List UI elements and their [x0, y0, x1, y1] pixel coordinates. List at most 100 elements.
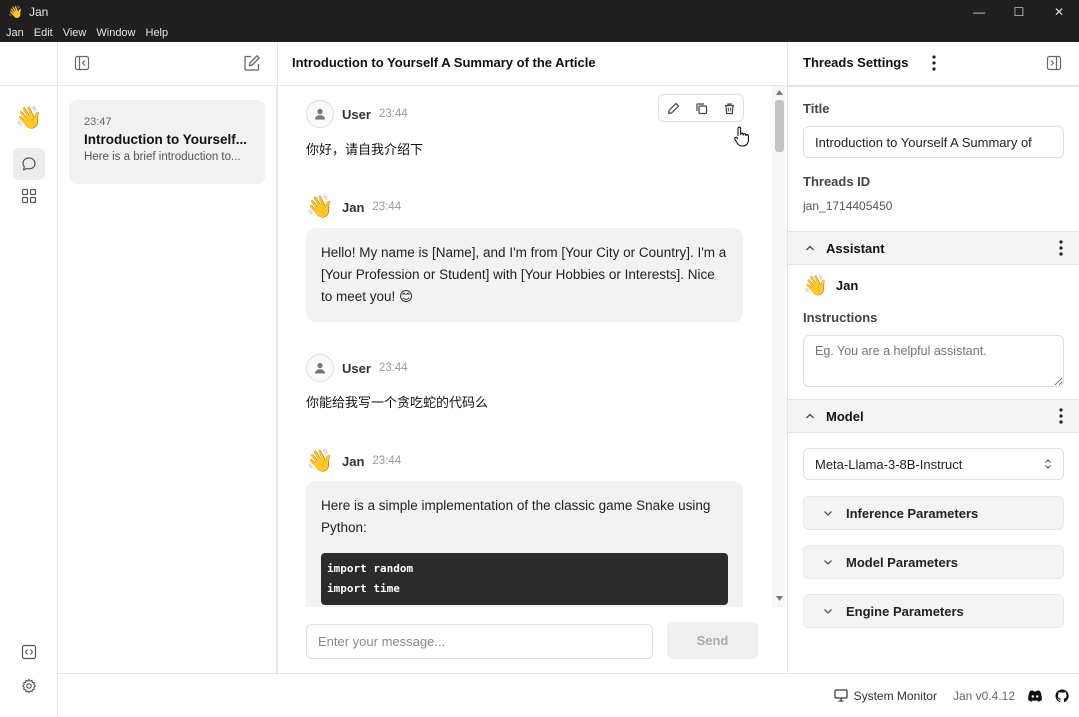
close-window-button[interactable]: ✕ — [1039, 0, 1079, 24]
message-bubble: Here is a simple implementation of the c… — [306, 481, 743, 607]
instructions-textarea[interactable] — [803, 335, 1064, 387]
window-title: Jan — [28, 5, 49, 19]
minimize-button[interactable]: — — [959, 0, 999, 24]
scrollbar-thumb[interactable] — [775, 100, 784, 152]
new-thread-edit-icon[interactable] — [242, 53, 262, 73]
monitor-icon — [833, 689, 848, 702]
threads-id-value: jan_1714405450 — [803, 199, 893, 213]
chevron-down-icon — [824, 511, 832, 516]
jan-wave-avatar: 👋 — [306, 448, 334, 473]
message-time: 23:44 — [378, 108, 408, 120]
app-version: Jan v0.4.12 — [952, 688, 1015, 703]
app-wave-icon: 👋 — [8, 5, 23, 19]
menu-view[interactable]: View — [63, 27, 87, 39]
collapse-right-panel-button[interactable] — [1046, 55, 1062, 74]
model-parameters-accordion[interactable]: Model Parameters — [803, 545, 1064, 579]
accordion-title: Engine Parameters — [846, 603, 964, 619]
threads-id-label: Threads ID — [803, 174, 871, 189]
maximize-button[interactable]: ☐ — [999, 0, 1039, 24]
thread-item[interactable]: 23:47 Introduction to Yourself... Here i… — [69, 100, 265, 184]
settings-more-button[interactable] — [928, 54, 940, 75]
collapse-left-panel-icon[interactable] — [72, 53, 92, 73]
message-author: User — [342, 360, 371, 376]
local-api-server-button[interactable] — [13, 636, 45, 668]
message-author: Jan — [342, 199, 365, 215]
thread-time: 23:47 — [84, 116, 112, 128]
accordion-title: Inference Parameters — [846, 505, 979, 521]
user-avatar — [306, 354, 334, 382]
title-bar: 👋 Jan — ☐ ✕ — [0, 0, 1079, 24]
scroll-down-icon — [776, 596, 783, 601]
trash-icon — [724, 102, 734, 114]
engine-parameters-accordion[interactable]: Engine Parameters — [803, 594, 1064, 628]
message-header: 👋 Jan 23:44 — [306, 194, 401, 220]
model-section-header[interactable]: Model — [788, 399, 1079, 433]
thread-summary: Here is a brief introduction to... — [84, 151, 241, 163]
more-vertical-icon — [1059, 408, 1063, 424]
message-text: 你好，请自我介绍下 — [306, 142, 424, 157]
message-author: User — [342, 106, 371, 122]
divider — [788, 86, 1079, 87]
jan-wave-avatar: 👋 — [306, 194, 334, 219]
message-author: Jan — [342, 453, 365, 469]
menu-help[interactable]: Help — [146, 27, 169, 39]
copy-message-button[interactable] — [687, 95, 715, 121]
chevron-up-icon — [806, 413, 814, 419]
code-icon — [21, 644, 37, 660]
grid-icon — [21, 188, 37, 204]
copy-icon — [695, 102, 707, 114]
title-label: Title — [803, 101, 830, 116]
model-select[interactable]: Meta-Llama-3-8B-Instruct — [803, 448, 1064, 480]
user-icon — [315, 108, 325, 120]
chevron-up-icon — [806, 245, 814, 251]
assistant-row: 👋 Jan — [803, 273, 858, 298]
window-controls: — ☐ ✕ — [959, 0, 1079, 24]
user-avatar — [306, 100, 334, 128]
user-icon — [315, 362, 325, 374]
chat-title: Introduction to Yourself A Summary of th… — [292, 55, 596, 70]
menu-window[interactable]: Window — [96, 27, 135, 39]
message-input[interactable] — [306, 624, 653, 659]
delete-message-button[interactable] — [715, 95, 743, 121]
menu-bar: Jan Edit View Window Help — [0, 24, 1079, 42]
message-time: 23:44 — [372, 455, 402, 467]
assistant-section-title: Assistant — [826, 240, 885, 256]
thread-list: 23:47 Introduction to Yourself... Here i… — [58, 86, 277, 673]
hub-nav-button[interactable] — [13, 180, 45, 212]
menu-jan[interactable]: Jan — [6, 27, 24, 39]
settings-nav-button[interactable] — [13, 670, 45, 702]
model-select-value: Meta-Llama-3-8B-Instruct — [815, 456, 963, 472]
message-time: 23:44 — [378, 362, 408, 374]
system-monitor-label: System Monitor — [853, 688, 937, 703]
message-text: 你能给我写一个贪吃蛇的代码么 — [306, 395, 489, 410]
github-icon[interactable] — [1055, 688, 1069, 703]
title-input[interactable]: Introduction to Yourself A Summary of — [803, 126, 1064, 158]
message-time: 23:44 — [372, 201, 402, 213]
settings-header: Threads Settings — [803, 55, 909, 70]
message-header: 👋 Jan 23:44 — [306, 448, 401, 474]
system-monitor-button[interactable]: System Monitor — [833, 688, 937, 703]
edit-message-button[interactable] — [659, 95, 687, 121]
code-line: import random — [327, 562, 414, 575]
chat-messages: User 23:44 你好，请自我介绍下 👋 Jan 23:44 Hello! … — [278, 86, 772, 607]
code-line: import time — [327, 582, 400, 595]
message-header: User 23:44 — [306, 354, 408, 382]
message-actions — [658, 94, 744, 122]
chat-nav-button[interactable] — [13, 148, 45, 180]
assistant-section-header[interactable]: Assistant — [788, 231, 1079, 265]
message-bubble: Hello! My name is [Name], and I'm from [… — [306, 228, 743, 322]
message-header: User 23:44 — [306, 100, 408, 128]
message-text: Here is a simple implementation of the c… — [321, 498, 711, 535]
window-title-group: 👋 Jan — [0, 5, 48, 19]
discord-icon[interactable] — [1027, 689, 1043, 702]
inference-parameters-accordion[interactable]: Inference Parameters — [803, 496, 1064, 530]
thread-title: Introduction to Yourself... — [84, 132, 247, 147]
send-button[interactable]: Send — [667, 622, 758, 659]
chat-bubble-icon — [22, 157, 36, 171]
chevron-down-icon — [824, 560, 832, 565]
code-block: import random import time — [321, 553, 728, 605]
jan-logo: 👋 — [15, 105, 43, 130]
chevron-down-icon — [824, 609, 832, 614]
menu-edit[interactable]: Edit — [34, 27, 53, 39]
chat-scrollbar[interactable] — [772, 86, 787, 607]
